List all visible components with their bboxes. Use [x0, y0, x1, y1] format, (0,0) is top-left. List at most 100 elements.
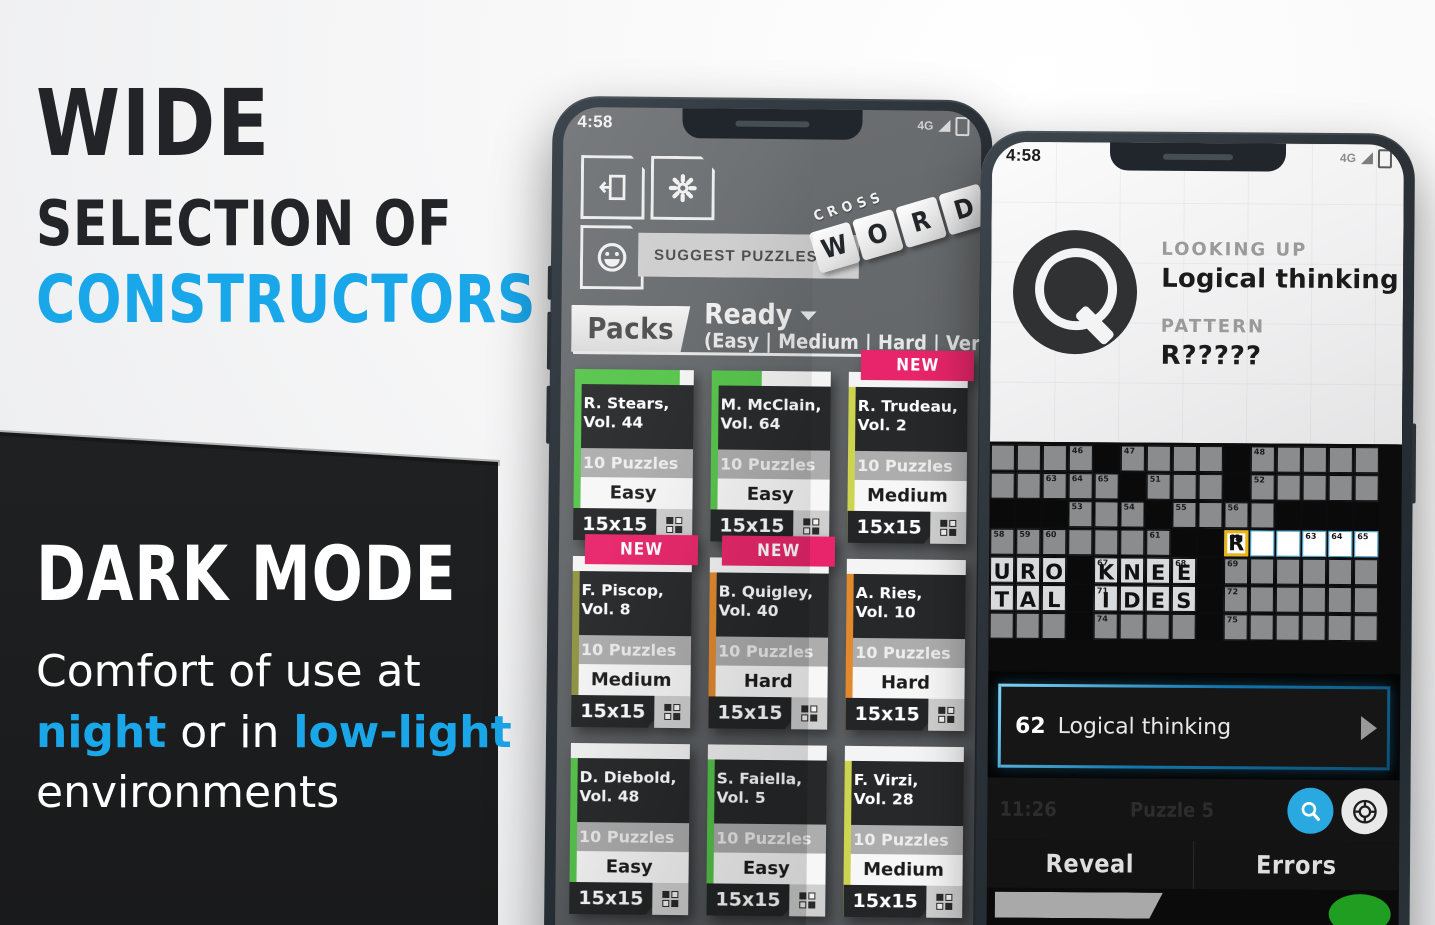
- crossword-cell[interactable]: 63: [1042, 472, 1068, 500]
- help-fab-button[interactable]: [1341, 788, 1388, 835]
- crossword-cell[interactable]: A: [1015, 584, 1041, 612]
- crossword-cell[interactable]: [1067, 528, 1093, 556]
- crossword-cell[interactable]: 65: [1094, 472, 1120, 500]
- crossword-cell[interactable]: [1015, 612, 1041, 640]
- crossword-cell[interactable]: [990, 444, 1016, 472]
- crossword-cell[interactable]: [1198, 473, 1224, 501]
- crossword-cell[interactable]: 59: [1015, 528, 1041, 556]
- crossword-cell[interactable]: D: [1119, 584, 1145, 613]
- crossword-cell[interactable]: 65: [1353, 530, 1379, 558]
- crossword-grid[interactable]: 46 47 48 63 64 65 51 52 53 54 55 56 58 59 60 61 62 R 63 64 6…: [988, 441, 1402, 679]
- crossword-cell[interactable]: 69: [1223, 557, 1249, 585]
- crossword-cell[interactable]: S: [1171, 585, 1197, 613]
- crossword-cell[interactable]: [1353, 586, 1379, 614]
- crossword-cell[interactable]: [1172, 473, 1198, 501]
- crossword-cell[interactable]: T: [989, 584, 1015, 612]
- crossword-cell[interactable]: L: [1041, 584, 1067, 612]
- crossword-cell[interactable]: [1093, 500, 1119, 528]
- crossword-cell[interactable]: [1119, 612, 1145, 640]
- crossword-cell[interactable]: 46: [1068, 444, 1094, 472]
- crossword-cell[interactable]: [1276, 474, 1302, 502]
- crossword-cell[interactable]: [1328, 446, 1354, 474]
- crossword-cell[interactable]: 64: [1068, 472, 1094, 500]
- crossword-cell[interactable]: [1042, 444, 1068, 472]
- crossword-cell[interactable]: 55: [1171, 501, 1197, 529]
- crossword-cell[interactable]: [1197, 501, 1223, 529]
- crossword-cell[interactable]: [1354, 446, 1380, 474]
- crossword-cell[interactable]: U: [989, 556, 1015, 584]
- crossword-cell[interactable]: E: [1145, 557, 1171, 585]
- crossword-cell[interactable]: [1301, 558, 1327, 586]
- crossword-cell[interactable]: [1302, 446, 1328, 474]
- crossword-cell[interactable]: 62 R: [1223, 529, 1249, 557]
- crossword-cell[interactable]: [1145, 613, 1171, 641]
- crossword-cell[interactable]: [1327, 558, 1353, 586]
- crossword-cell[interactable]: 53: [1067, 500, 1093, 528]
- crossword-cell[interactable]: [990, 472, 1016, 500]
- pack-card[interactable]: D. Diebold, Vol. 48 10 Puzzles Easy 15x15: [569, 742, 691, 916]
- crossword-cell[interactable]: N: [1119, 556, 1145, 585]
- phone1-volume-up[interactable]: [547, 265, 552, 300]
- pack-card[interactable]: NEW R. Trudeau, Vol. 2 10 Puzzles Medium 15x1…: [847, 349, 975, 545]
- pack-card[interactable]: NEW B. Quigley, Vol. 40 10 Puzzles Hard 15x15: [708, 535, 836, 730]
- search-fab-button[interactable]: [1287, 787, 1334, 834]
- keyboard-key-green[interactable]: [1328, 893, 1391, 925]
- crossword-cell[interactable]: 67 K: [1093, 556, 1119, 584]
- crossword-cell[interactable]: E: [1145, 585, 1171, 613]
- crossword-cell[interactable]: [1172, 445, 1198, 473]
- crossword-cell[interactable]: 51: [1146, 473, 1172, 501]
- pack-card[interactable]: S. Faiella, Vol. 5 10 Puzzles Easy 15x15: [706, 744, 828, 917]
- keyboard-key-wide[interactable]: [995, 892, 1163, 919]
- crossword-cell[interactable]: 47: [1120, 444, 1146, 472]
- pack-card[interactable]: NEW F. Piscop, Vol. 8 10 Puzzles Medium 15x15: [571, 534, 699, 729]
- exit-button[interactable]: [580, 155, 645, 220]
- crossword-cell[interactable]: [1249, 613, 1275, 641]
- crossword-cell[interactable]: 61: [1145, 529, 1171, 557]
- crossword-cell[interactable]: [1275, 586, 1301, 614]
- crossword-cell[interactable]: 63: [1301, 530, 1327, 558]
- tab-packs[interactable]: Packs: [571, 305, 690, 353]
- active-clue-bar[interactable]: 62 Logical thinking: [997, 683, 1391, 771]
- crossword-cell[interactable]: [1249, 501, 1275, 529]
- crossword-cell[interactable]: [1328, 474, 1354, 502]
- crossword-cell[interactable]: [1301, 586, 1327, 614]
- crossword-cell[interactable]: [1093, 528, 1119, 556]
- crossword-cell[interactable]: 60: [1041, 528, 1067, 556]
- crossword-cell[interactable]: [1302, 474, 1328, 502]
- crossword-cell[interactable]: [1249, 557, 1275, 585]
- crossword-cell[interactable]: 54: [1119, 500, 1145, 528]
- crossword-cell[interactable]: R: [1015, 556, 1041, 584]
- settings-button[interactable]: [650, 156, 715, 221]
- crossword-cell[interactable]: [1016, 472, 1042, 500]
- next-clue-arrow-icon[interactable]: [1360, 716, 1378, 741]
- crossword-cell[interactable]: [1198, 445, 1224, 473]
- crossword-cell[interactable]: 72: [1223, 585, 1249, 613]
- crossword-cell[interactable]: 56: [1223, 501, 1249, 529]
- crossword-cell[interactable]: [1119, 528, 1145, 556]
- crossword-cell[interactable]: [989, 612, 1015, 640]
- crossword-cell[interactable]: 71 I: [1093, 584, 1119, 612]
- crossword-cell[interactable]: 75: [1223, 613, 1249, 641]
- crossword-cell[interactable]: [1016, 444, 1042, 472]
- crossword-cell[interactable]: [1327, 586, 1353, 614]
- crossword-cell[interactable]: [1171, 613, 1197, 641]
- crossword-cell[interactable]: 68 E: [1171, 557, 1197, 585]
- crossword-cell[interactable]: 52: [1250, 473, 1276, 501]
- phone1-volume-down[interactable]: [546, 311, 552, 370]
- pack-card[interactable]: F. Virzi, Vol. 28 10 Puzzles Medium 15x15: [843, 745, 965, 919]
- crossword-cell[interactable]: [1041, 612, 1067, 640]
- crossword-cell[interactable]: [1146, 445, 1172, 473]
- crossword-cell[interactable]: O: [1041, 556, 1067, 584]
- crossword-cell[interactable]: 74: [1093, 612, 1119, 640]
- bottom-tab-reveal[interactable]: Reveal: [987, 840, 1193, 889]
- pack-card[interactable]: A. Ries, Vol. 10 10 Puzzles Hard 15x15: [845, 558, 967, 732]
- crossword-cell[interactable]: [1327, 614, 1353, 642]
- pack-card[interactable]: M. McClain, Vol. 64 10 Puzzles Easy 15x15: [710, 370, 832, 543]
- crossword-cell[interactable]: 48: [1250, 445, 1276, 473]
- phone2-power[interactable]: [1411, 423, 1417, 504]
- crossword-cell[interactable]: [1301, 614, 1327, 642]
- difficulty-filter[interactable]: Ready (Easy | Medium | Hard | Very Hard): [704, 297, 982, 357]
- suggest-smiley-button[interactable]: [580, 225, 645, 290]
- crossword-cell[interactable]: [1353, 614, 1379, 642]
- crossword-cell[interactable]: [1275, 558, 1301, 586]
